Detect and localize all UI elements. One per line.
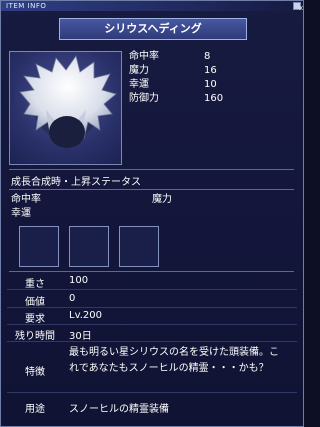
growth-stat-luck: 幸運 xyxy=(11,208,31,219)
stat-row-magic: 魔力 16 xyxy=(126,64,296,78)
growth-stat-hit-rate: 命中率 xyxy=(11,194,41,205)
item-info-window: ITEM INFO x シリウスヘディング 命中率 8 魔力 16 幸運 10 … xyxy=(0,0,304,427)
stat-label: 命中率 xyxy=(129,51,159,62)
price-label: 価値 xyxy=(25,297,45,308)
silver-hair-icon xyxy=(19,55,117,148)
row-divider xyxy=(7,324,297,325)
weight-label: 重さ xyxy=(25,279,45,290)
divider xyxy=(9,271,294,272)
stat-label: 魔力 xyxy=(129,65,149,76)
growth-section-title: 成長合成時・上昇ステータス xyxy=(11,177,141,188)
remaining-time-label: 残り時間 xyxy=(15,331,55,342)
stat-value: 160 xyxy=(204,93,224,104)
weight-value: 100 xyxy=(69,275,89,286)
stat-label: 幸運 xyxy=(129,79,149,90)
usage-value: スノーヒルの精霊装備 xyxy=(69,404,169,415)
slot-3[interactable] xyxy=(119,226,159,267)
item-name-banner: シリウスヘディング xyxy=(59,18,247,40)
divider xyxy=(9,169,294,170)
stat-row-defense: 防御力 160 xyxy=(126,92,296,106)
row-divider xyxy=(7,392,297,393)
stat-value: 8 xyxy=(204,51,211,62)
close-button[interactable]: x xyxy=(293,2,304,12)
stat-row-luck: 幸運 10 xyxy=(126,78,296,92)
slot-2[interactable] xyxy=(69,226,109,267)
divider xyxy=(9,189,294,190)
stat-row-hit-rate: 命中率 8 xyxy=(126,50,296,64)
item-portrait xyxy=(9,51,122,165)
feature-row: 特徴 最も明るい星シリウスの名を受けた頭装備。こ れであなたもスノーヒルの精霊・… xyxy=(7,345,297,383)
feature-line-2: れであなたもスノーヒルの精霊・・・かも？ xyxy=(69,363,269,374)
slot-1[interactable] xyxy=(19,226,59,267)
window-title: ITEM INFO xyxy=(6,2,47,10)
feature-line-1: 最も明るい星シリウスの名を受けた頭装備。こ xyxy=(69,347,279,358)
growth-stat-magic: 魔力 xyxy=(152,194,172,205)
feature-description: 最も明るい星シリウスの名を受けた頭装備。こ れであなたもスノーヒルの精霊・・・か… xyxy=(69,345,295,377)
close-icon: x xyxy=(299,4,304,12)
row-divider xyxy=(7,307,297,308)
requirement-label: 要求 xyxy=(25,314,45,325)
feature-label: 特徴 xyxy=(25,367,45,378)
stats-table: 命中率 8 魔力 16 幸運 10 防御力 160 xyxy=(126,50,296,106)
price-value: 0 xyxy=(69,293,76,304)
requirement-value: Lv.200 xyxy=(69,310,102,321)
remaining-time-value: 30日 xyxy=(69,331,92,342)
stat-label: 防御力 xyxy=(129,93,159,104)
item-name: シリウスヘディング xyxy=(104,22,202,35)
stat-value: 16 xyxy=(204,65,217,76)
row-divider xyxy=(7,341,297,342)
stat-value: 10 xyxy=(204,79,217,90)
title-bar[interactable]: ITEM INFO x xyxy=(1,1,304,12)
usage-label: 用途 xyxy=(25,404,45,415)
row-divider xyxy=(7,289,297,290)
